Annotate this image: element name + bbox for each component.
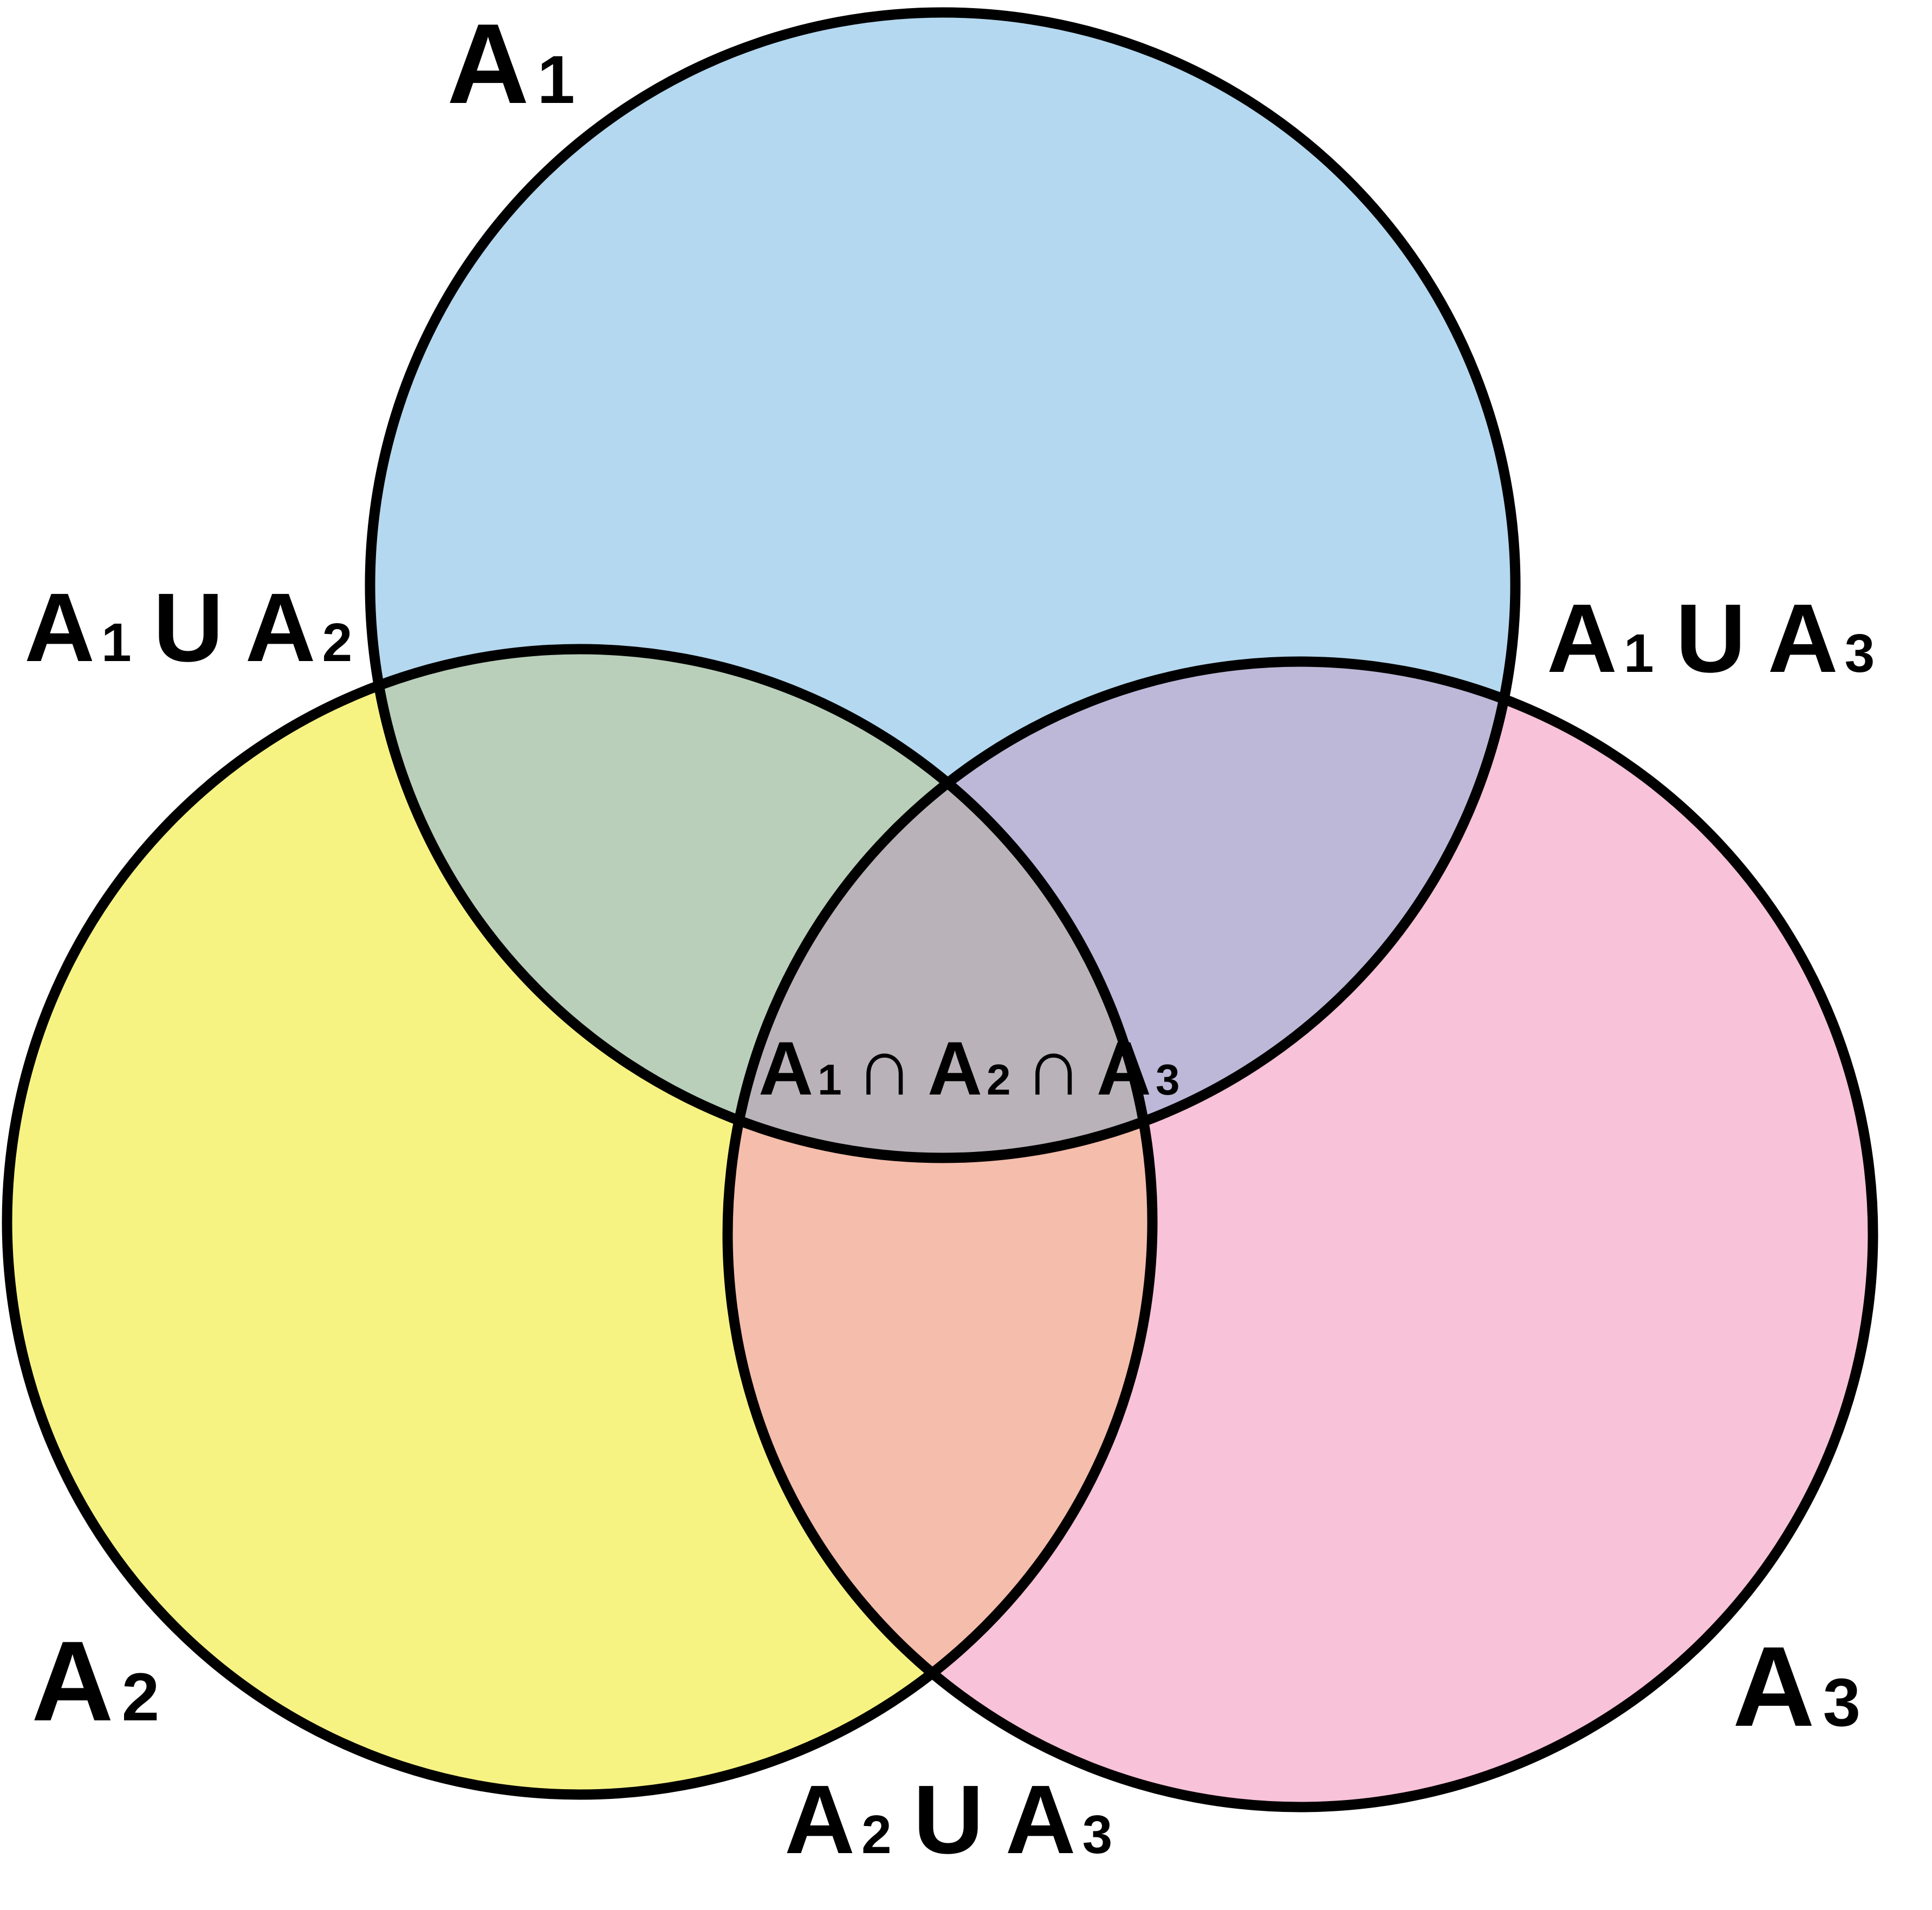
label-a2-union-a3: A2UA3 — [785, 1765, 1112, 1874]
label-a2: A2 — [31, 1617, 159, 1745]
venn-diagram: A1 A1UA2 A1UA3 A 1 ∩ A 2 ∩ A 3 A2 A3 A2UA3 — [2, 0, 1878, 1874]
label-a1-union-a3: A1UA3 — [1547, 584, 1875, 693]
label-a1: A1 — [447, 0, 575, 127]
label-a3: A3 — [1733, 1623, 1860, 1750]
label-a1-union-a2: A1UA2 — [24, 573, 352, 682]
